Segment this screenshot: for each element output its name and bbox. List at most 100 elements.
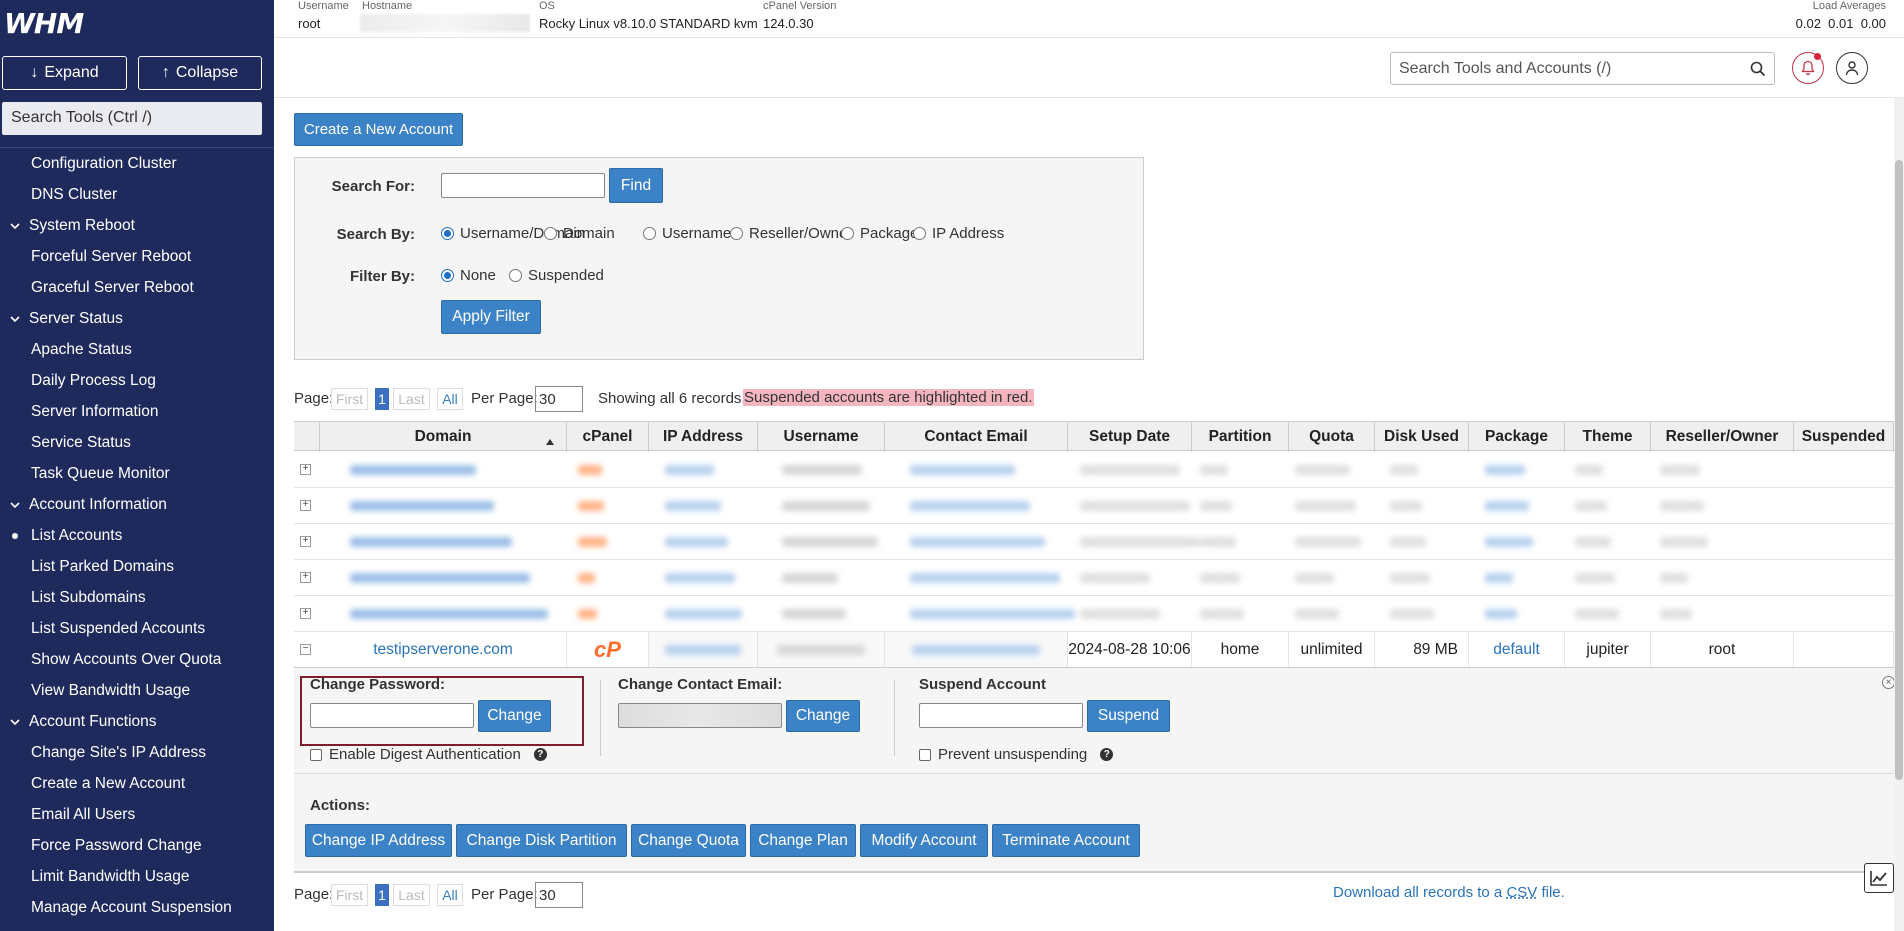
expand-row-icon[interactable]: + [300,572,311,583]
contact-email-input[interactable] [618,703,782,728]
sidebar-item[interactable]: Change Site's IP Address [0,737,274,768]
filter-radio[interactable]: None [441,267,496,284]
sidebar-item[interactable]: Forceful Server Reboot [0,241,274,272]
change-contact-email-button[interactable]: Change [786,700,860,732]
expand-row-icon[interactable]: + [300,608,311,619]
apply-filter-button[interactable]: Apply Filter [441,300,541,334]
table-row[interactable]: + [294,560,1894,596]
per-page-input[interactable]: 30 [535,386,583,412]
table-row[interactable]: + [294,596,1894,632]
new-password-input[interactable] [310,703,474,728]
column-header[interactable]: Setup Date [1068,422,1192,452]
account-domain-link[interactable]: testipserverone.com [320,632,567,668]
last-page-button[interactable]: Last [393,388,430,410]
expand-button[interactable]: ↓ Expand [2,56,127,90]
radio-circle[interactable] [509,269,522,282]
sidebar-item[interactable]: DNS Cluster [0,179,274,210]
sidebar-item[interactable]: Email All Users [0,799,274,830]
column-header[interactable]: Quota [1289,422,1375,452]
radio-circle[interactable] [913,227,926,240]
action-button[interactable]: Change Plan [750,824,856,857]
table-row[interactable]: + [294,452,1894,488]
search-by-radio[interactable]: Reseller/Owner [730,225,852,242]
search-by-radio[interactable]: Package [841,225,918,242]
sidebar-item[interactable]: Manage Account Suspension [0,892,274,923]
column-header[interactable]: Theme [1565,422,1651,452]
help-icon[interactable]: ? [1100,748,1114,761]
trend-chart-icon[interactable] [1864,863,1894,893]
expand-row-icon[interactable]: + [300,500,311,511]
create-new-account-button[interactable]: Create a New Account [294,113,463,146]
all-pages-button[interactable]: All [437,388,463,410]
sidebar-item[interactable]: Apache Status [0,334,274,365]
filter-radio[interactable]: Suspended [509,267,604,284]
sidebar-item[interactable]: Create a New Account [0,768,274,799]
radio-circle[interactable] [441,269,454,282]
current-page-button[interactable]: 1 [375,884,389,906]
whm-logo[interactable]: WHM [4,7,84,40]
action-button[interactable]: Change Disk Partition [456,824,627,857]
sidebar-item[interactable]: Show Accounts Over Quota [0,644,274,675]
sidebar-item[interactable]: Task Queue Monitor [0,458,274,489]
download-csv-link[interactable]: Download all records to a CSV file. [1333,884,1565,901]
sidebar-search-input[interactable]: Search Tools (Ctrl /) [2,102,262,135]
expand-row-icon[interactable]: + [300,536,311,547]
search-by-radio[interactable]: IP Address [913,225,1004,242]
sidebar-item[interactable]: List Accounts [0,520,274,551]
cpanel-login-icon[interactable]: cP [567,632,649,668]
suspend-reason-input[interactable] [919,703,1083,728]
sidebar-group-header[interactable]: Account Functions [0,706,274,737]
first-page-button[interactable]: First [331,388,368,410]
sidebar-item[interactable]: Service Status [0,427,274,458]
sidebar-item[interactable]: List Suspended Accounts [0,613,274,644]
last-page-button[interactable]: Last [393,884,430,906]
column-header[interactable]: cPanel [567,422,649,452]
chevron-down-icon[interactable] [9,715,21,727]
page-scrollbar[interactable] [1894,98,1904,931]
help-icon[interactable]: ? [533,748,547,761]
search-by-radio[interactable]: Username [643,225,731,242]
digest-auth-checkbox[interactable]: Enable Digest Authentication ? [310,746,547,763]
table-row-selected[interactable]: − testipserverone.com cP 2024-08-28 10:06 ho… [294,632,1894,668]
scrollbar-thumb[interactable] [1895,160,1903,780]
column-header[interactable]: Partition [1192,422,1289,452]
column-header[interactable]: IP Address [649,422,758,452]
column-header[interactable]: Contact Email [885,422,1068,452]
chevron-down-icon[interactable] [9,312,21,324]
sidebar-item[interactable]: View Bandwidth Usage [0,675,274,706]
find-button[interactable]: Find [609,168,663,203]
expand-row-icon[interactable]: + [300,464,311,475]
package-link[interactable]: default [1469,632,1565,668]
column-header[interactable]: Package [1469,422,1565,452]
table-row[interactable]: + [294,524,1894,560]
sidebar-item[interactable]: Graceful Server Reboot [0,272,274,303]
column-header[interactable]: Disk Used [1375,422,1469,452]
checkbox-box[interactable] [310,748,322,761]
radio-circle[interactable] [730,227,743,240]
action-button[interactable]: Change Quota [631,824,746,857]
column-header[interactable]: Domain [320,422,567,452]
sidebar-item[interactable]: List Subdomains [0,582,274,613]
collapse-button[interactable]: ↑ Collapse [138,56,262,90]
sidebar-item[interactable]: Daily Process Log [0,365,274,396]
radio-circle[interactable] [544,227,557,240]
sidebar-item[interactable]: Configuration Cluster [0,148,274,179]
sidebar-group-header[interactable]: System Reboot [0,210,274,241]
action-button[interactable]: Change IP Address [305,824,452,857]
per-page-input[interactable]: 30 [535,882,583,908]
csv-abbr[interactable]: CSV [1506,884,1537,901]
checkbox-box[interactable] [919,748,931,761]
column-header[interactable]: Suspended [1794,422,1894,452]
action-button[interactable]: Terminate Account [992,824,1140,857]
column-header[interactable]: Username [758,422,885,452]
first-page-button[interactable]: First [331,884,368,906]
prevent-unsuspending-checkbox[interactable]: Prevent unsuspending ? [919,746,1114,763]
action-button[interactable]: Modify Account [860,824,988,857]
global-search-input[interactable]: Search Tools and Accounts (/) [1390,52,1775,85]
radio-circle[interactable] [441,227,454,240]
radio-circle[interactable] [841,227,854,240]
all-pages-button[interactable]: All [437,884,463,906]
change-password-button[interactable]: Change [478,700,551,732]
sort-ascending-icon[interactable] [546,432,554,450]
current-page-button[interactable]: 1 [375,388,389,410]
